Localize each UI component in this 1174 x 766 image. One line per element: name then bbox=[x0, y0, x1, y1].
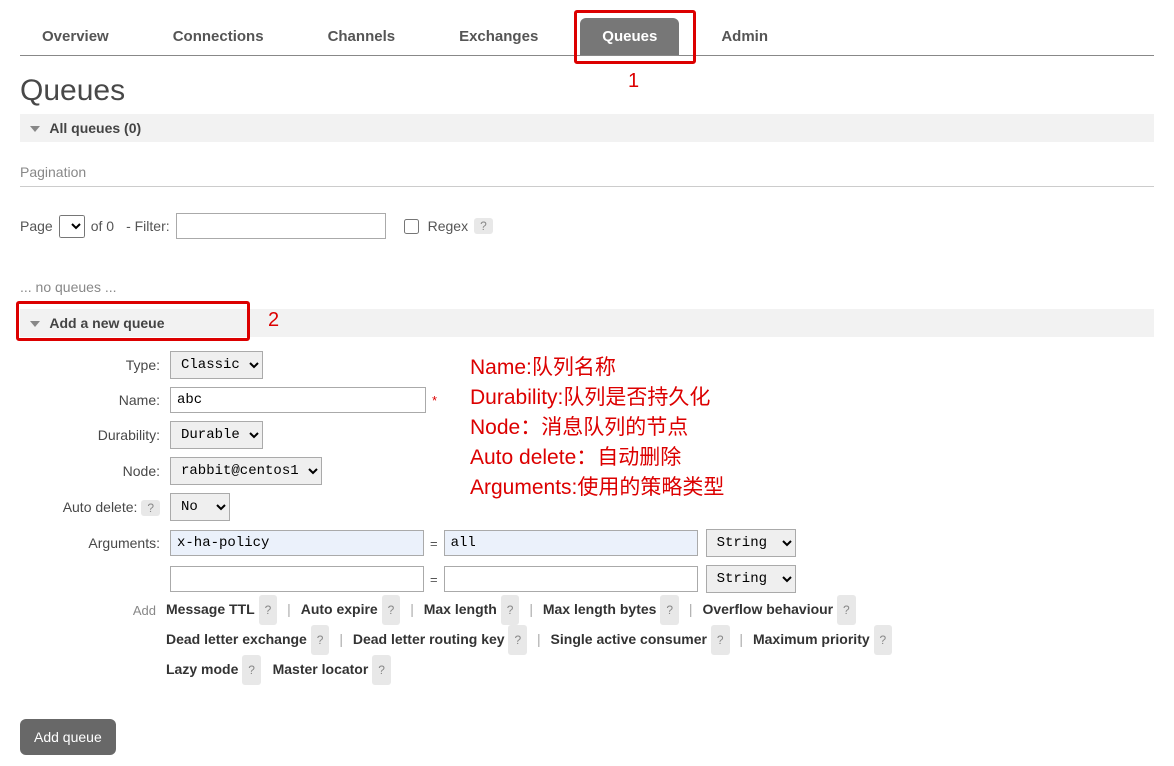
equals-sign: = bbox=[424, 572, 444, 587]
filter-label: - Filter: bbox=[126, 218, 170, 234]
name-label: Name: bbox=[30, 392, 170, 408]
help-icon[interactable]: ? bbox=[508, 625, 527, 655]
equals-sign: = bbox=[424, 536, 444, 551]
annotation-text-block: Name:队列名称 Durability:队列是否持久化 Node：消息队列的节… bbox=[470, 353, 724, 503]
help-icon[interactable]: ? bbox=[874, 625, 893, 655]
tab-exchanges[interactable]: Exchanges bbox=[437, 18, 560, 55]
filter-input[interactable] bbox=[176, 213, 386, 239]
help-icon[interactable]: ? bbox=[259, 595, 278, 625]
helper-auto-expire[interactable]: Auto expire bbox=[301, 601, 378, 617]
add-queue-button[interactable]: Add queue bbox=[20, 719, 116, 755]
helper-master-locator[interactable]: Master locator bbox=[273, 661, 369, 677]
annotation-marker-2: 2 bbox=[268, 309, 279, 332]
help-icon[interactable]: ? bbox=[660, 595, 679, 625]
autodelete-help-icon[interactable]: ? bbox=[141, 500, 160, 516]
page-label: Page bbox=[20, 218, 53, 234]
regex-help-icon[interactable]: ? bbox=[474, 218, 493, 234]
page-select[interactable] bbox=[59, 215, 85, 238]
tab-channels[interactable]: Channels bbox=[306, 18, 418, 55]
help-icon[interactable]: ? bbox=[711, 625, 730, 655]
regex-checkbox[interactable] bbox=[404, 219, 419, 234]
help-icon[interactable]: ? bbox=[372, 655, 391, 685]
helper-dlrk[interactable]: Dead letter routing key bbox=[353, 631, 505, 647]
section-all-queues[interactable]: All queues (0) bbox=[20, 114, 1154, 142]
argument-value-input-2[interactable] bbox=[444, 566, 698, 592]
annotation-line-arguments: Arguments:使用的策略类型 bbox=[470, 473, 724, 503]
help-icon[interactable]: ? bbox=[837, 595, 856, 625]
section-all-queues-label: All queues (0) bbox=[49, 120, 141, 136]
empty-message: ... no queues ... bbox=[20, 279, 1154, 295]
tab-admin[interactable]: Admin bbox=[699, 18, 790, 55]
helper-max-length-bytes[interactable]: Max length bytes bbox=[543, 601, 657, 617]
node-select[interactable]: rabbit@centos1 bbox=[170, 457, 322, 485]
annotation-line-name: Name:队列名称 bbox=[470, 353, 724, 383]
chevron-down-icon bbox=[30, 321, 40, 327]
node-label: Node: bbox=[30, 463, 170, 479]
tab-queues[interactable]: Queues bbox=[580, 18, 679, 55]
main-tabs: Overview Connections Channels Exchanges … bbox=[20, 0, 1154, 56]
pagination-row: Page of 0 - Filter: Regex ? bbox=[20, 213, 1154, 239]
name-input[interactable] bbox=[170, 387, 426, 413]
helper-max-length[interactable]: Max length bbox=[424, 601, 497, 617]
section-add-queue-label: Add a new queue bbox=[49, 315, 164, 331]
helper-overflow[interactable]: Overflow behaviour bbox=[702, 601, 833, 617]
annotation-line-node: Node：消息队列的节点 bbox=[470, 413, 724, 443]
annotation-marker-1: 1 bbox=[628, 70, 639, 93]
helper-sac[interactable]: Single active consumer bbox=[551, 631, 707, 647]
section-add-queue[interactable]: Add a new queue bbox=[20, 309, 1154, 337]
pagination-heading: Pagination bbox=[20, 142, 1154, 187]
type-label: Type: bbox=[30, 357, 170, 373]
argument-helpers: Message TTL ? | Auto expire ? | Max leng… bbox=[166, 595, 892, 685]
argument-type-select-2[interactable]: String bbox=[706, 565, 796, 593]
help-icon[interactable]: ? bbox=[382, 595, 401, 625]
autodelete-select[interactable]: No bbox=[170, 493, 230, 521]
argument-type-select-1[interactable]: String bbox=[706, 529, 796, 557]
argument-key-input-1[interactable] bbox=[170, 530, 424, 556]
durability-select[interactable]: Durable bbox=[170, 421, 263, 449]
help-icon[interactable]: ? bbox=[311, 625, 330, 655]
tab-overview[interactable]: Overview bbox=[20, 18, 131, 55]
helper-lazy[interactable]: Lazy mode bbox=[166, 661, 238, 677]
page-of-label: of 0 bbox=[91, 218, 114, 234]
argument-key-input-2[interactable] bbox=[170, 566, 424, 592]
help-icon[interactable]: ? bbox=[501, 595, 520, 625]
helper-max-priority[interactable]: Maximum priority bbox=[753, 631, 870, 647]
helper-message-ttl[interactable]: Message TTL bbox=[166, 601, 255, 617]
arguments-label: Arguments: bbox=[30, 535, 170, 551]
regex-label: Regex bbox=[428, 218, 468, 234]
annotation-line-durability: Durability:队列是否持久化 bbox=[470, 383, 724, 413]
helper-dlx[interactable]: Dead letter exchange bbox=[166, 631, 307, 647]
autodelete-label: Auto delete: ? bbox=[30, 499, 170, 516]
argument-value-input-1[interactable] bbox=[444, 530, 698, 556]
type-select[interactable]: Classic bbox=[170, 351, 263, 379]
tab-connections[interactable]: Connections bbox=[151, 18, 286, 55]
add-argument-label: Add bbox=[126, 601, 166, 618]
required-marker: * bbox=[432, 393, 437, 408]
help-icon[interactable]: ? bbox=[242, 655, 261, 685]
chevron-down-icon bbox=[30, 126, 40, 132]
annotation-line-autodelete: Auto delete：自动删除 bbox=[470, 443, 724, 473]
durability-label: Durability: bbox=[30, 427, 170, 443]
page-title: Queues bbox=[20, 74, 1154, 108]
